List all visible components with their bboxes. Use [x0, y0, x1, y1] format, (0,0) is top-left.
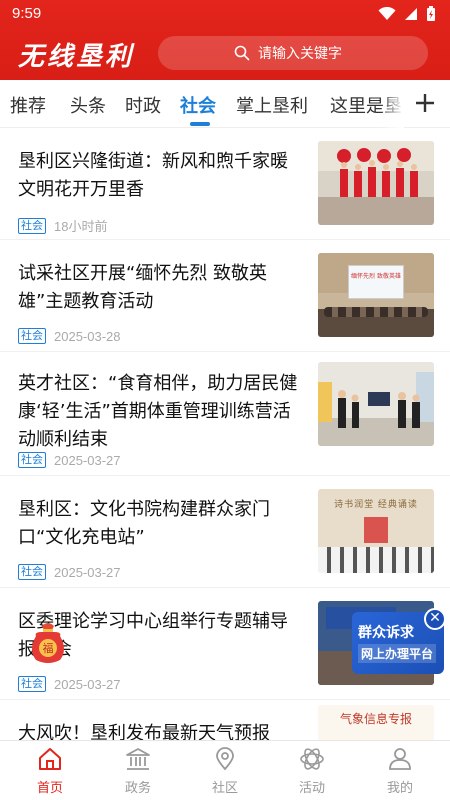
app-logo: 无线垦利: [18, 42, 135, 72]
active-tab-indicator: [190, 122, 210, 126]
bottom-navigation: 首页 政务 社区 活动 我的: [0, 740, 450, 800]
status-time: 9:59: [12, 5, 42, 22]
banner-line1: 群众诉求: [358, 625, 414, 641]
news-thumbnail: 诗书润堂 经典诵读: [318, 489, 434, 573]
category-tag: 社会: [18, 564, 46, 580]
fu-character: 福: [43, 641, 54, 655]
nav-activities[interactable]: 活动: [282, 747, 342, 796]
activity-icon: [300, 748, 324, 770]
news-title: 英才社区：“食育相伴，助力居民健康‘轻’生活”首期体重管理训练营活动顺利结束: [18, 373, 298, 450]
news-item[interactable]: 垦利区兴隆街道：新风和煦千家暖 文明花开万里香 社会 18小时前: [0, 128, 450, 240]
tab-recommend[interactable]: 推荐: [10, 92, 46, 118]
category-tag: 社会: [18, 452, 46, 468]
news-title: 垦利区：文化书院构建群众家门口“文化充电站”: [18, 499, 270, 548]
nav-label: 活动: [298, 781, 325, 796]
news-thumbnail: [318, 141, 434, 225]
publish-time: 2025-03-28: [54, 328, 121, 344]
publish-time: 18小时前: [54, 219, 108, 234]
nav-label: 首页: [36, 781, 63, 796]
news-thumbnail: 缅怀先烈 致敬英雄: [318, 253, 434, 337]
nav-label: 社区: [211, 781, 238, 796]
tab-kenli-mobile[interactable]: 掌上垦利: [236, 92, 308, 118]
search-icon: [234, 45, 250, 61]
add-channel-icon[interactable]: [410, 88, 440, 118]
lucky-bag-icon[interactable]: 福: [28, 620, 68, 664]
home-icon: [39, 748, 61, 770]
category-tag: 社会: [18, 217, 46, 234]
news-thumbnail: [318, 362, 434, 446]
search-bar[interactable]: 请输入关键字: [158, 36, 428, 70]
government-building-icon: [126, 748, 150, 770]
news-title: 垦利区兴隆街道：新风和煦千家暖 文明花开万里香: [18, 151, 288, 200]
wifi-icon: [378, 7, 396, 20]
nav-community[interactable]: 社区: [195, 747, 255, 796]
banner-line2: 网上办理平台: [358, 644, 437, 663]
news-item[interactable]: 英才社区：“食育相伴，助力居民健康‘轻’生活”首期体重管理训练营活动顺利结束 社…: [0, 352, 450, 476]
close-icon[interactable]: ✕: [424, 608, 446, 630]
tab-politics[interactable]: 时政: [125, 92, 161, 118]
publish-time: 2025-03-27: [54, 676, 121, 692]
nav-label: 我的: [386, 781, 413, 796]
channel-tabs: 推荐 头条 时政 社会 掌上垦利 这里是垦: [0, 80, 450, 128]
nav-label: 政务: [124, 781, 151, 796]
news-item[interactable]: 大风吹！垦利发布最新天气预报 气象信息专报: [0, 700, 450, 740]
nav-profile[interactable]: 我的: [370, 747, 430, 796]
news-title: 试采社区开展“缅怀先烈 致敬英雄”主题教育活动: [18, 263, 268, 312]
news-item[interactable]: 垦利区：文化书院构建群众家门口“文化充电站” 社会 2025-03-27 诗书润…: [0, 476, 450, 588]
battery-icon: [427, 6, 435, 21]
app-header: 9:59 无线垦利 请输入关键字: [0, 0, 450, 80]
tab-headlines[interactable]: 头条: [70, 92, 106, 118]
publish-time: 2025-03-27: [54, 452, 121, 468]
news-thumbnail: 气象信息专报: [318, 705, 434, 740]
publish-time: 2025-03-27: [54, 564, 121, 580]
category-tag: 社会: [18, 676, 46, 692]
signal-icon: [405, 8, 417, 20]
location-pin-icon: [216, 747, 234, 771]
user-icon: [389, 748, 411, 770]
search-placeholder: 请输入关键字: [258, 46, 342, 62]
nav-home[interactable]: 首页: [20, 747, 80, 796]
nav-government[interactable]: 政务: [108, 747, 168, 796]
category-tag: 社会: [18, 328, 46, 344]
tab-society[interactable]: 社会: [180, 92, 216, 118]
news-title: 大风吹！垦利发布最新天气预报: [18, 723, 270, 740]
news-item[interactable]: 试采社区开展“缅怀先烈 致敬英雄”主题教育活动 社会 2025-03-28 缅怀…: [0, 240, 450, 352]
status-bar: 9:59: [0, 0, 450, 30]
